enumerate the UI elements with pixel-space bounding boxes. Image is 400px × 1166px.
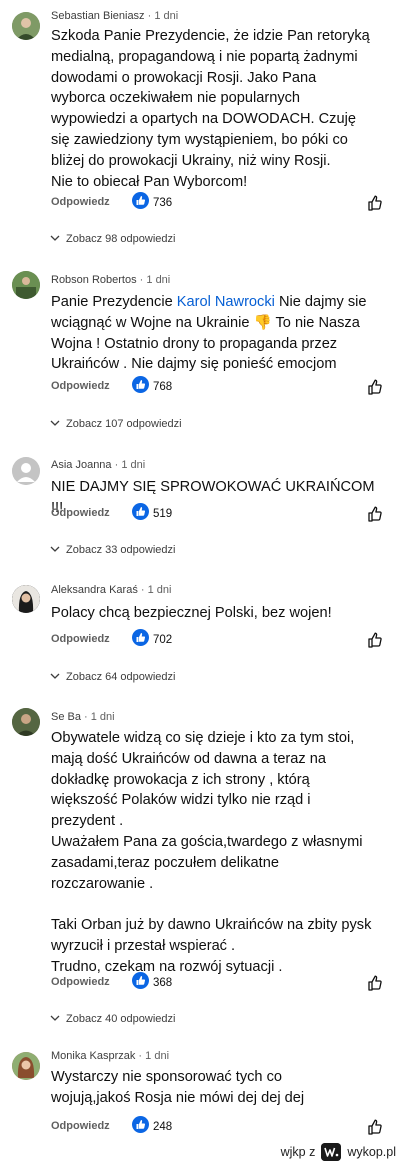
thumbs-up-icon: [132, 1116, 149, 1138]
thumbs-down-icon[interactable]: [366, 974, 384, 992]
comment-time: 1 dni: [121, 459, 146, 471]
comment: Aleksandra Karaś · 1 dni Polacy chcą bez…: [0, 576, 400, 686]
replies-label: Zobacz 98 odpowiedzi: [66, 233, 176, 245]
avatar[interactable]: [12, 1052, 40, 1080]
comment-text-start: Panie Prezydencie: [51, 294, 177, 310]
comment-meta: Robson Robertos · 1 dni: [51, 274, 171, 286]
watermark-label: wjkp z: [280, 1145, 316, 1159]
like-button[interactable]: 768: [132, 376, 173, 398]
comment: Robson Robertos · 1 dni Panie Prezydenci…: [0, 265, 400, 445]
comment-time: 1 dni: [145, 1050, 170, 1062]
watermark-brand: wykop.pl: [347, 1145, 396, 1159]
thumbs-down-icon[interactable]: [366, 1118, 384, 1136]
avatar[interactable]: [12, 457, 40, 485]
like-button[interactable]: 248: [132, 1116, 173, 1138]
comment-meta: Monika Kasprzak · 1 dni: [51, 1050, 170, 1062]
like-button[interactable]: 368: [132, 972, 173, 994]
chevron-down-icon: [50, 671, 60, 683]
comment: Sebastian Bieniasz · 1 dni Szkoda Panie …: [0, 0, 400, 255]
like-count: 248: [153, 1121, 173, 1133]
comment-author[interactable]: Monika Kasprzak: [51, 1050, 135, 1062]
comment-time: 1 dni: [146, 274, 171, 286]
reply-button[interactable]: Odpowiedz: [51, 196, 110, 208]
like-count: 702: [153, 634, 173, 646]
comment-text: Panie Prezydencie Karol Nawrocki Nie daj…: [51, 292, 387, 375]
avatar[interactable]: [12, 585, 40, 613]
thumbs-up-icon: [132, 629, 149, 651]
avatar[interactable]: [12, 708, 40, 736]
chevron-down-icon: [50, 418, 60, 430]
comment-text: Polacy chcą bezpiecznej Polski, bez woje…: [51, 605, 332, 621]
chevron-down-icon: [50, 233, 60, 245]
thumbs-down-icon[interactable]: [366, 194, 384, 212]
comment-author[interactable]: Asia Joanna: [51, 459, 112, 471]
comment-meta: Aleksandra Karaś · 1 dni: [51, 584, 172, 596]
comment-author[interactable]: Sebastian Bieniasz: [51, 10, 145, 22]
watermark: wjkp z wykop.pl: [281, 1140, 396, 1164]
mention-link[interactable]: Karol Nawrocki: [177, 294, 275, 310]
chevron-down-icon: [50, 1013, 60, 1025]
view-replies-button[interactable]: Zobacz 64 odpowiedzi: [50, 671, 175, 683]
reply-button[interactable]: Odpowiedz: [51, 507, 110, 519]
comment-meta: Sebastian Bieniasz · 1 dni: [51, 10, 179, 22]
reply-button[interactable]: Odpowiedz: [51, 1120, 110, 1132]
like-button[interactable]: 519: [132, 503, 173, 525]
replies-label: Zobacz 40 odpowiedzi: [66, 1013, 176, 1025]
like-button[interactable]: 702: [132, 629, 173, 651]
thumbs-up-icon: [132, 503, 149, 525]
thumbs-down-icon[interactable]: [366, 378, 384, 396]
like-count: 736: [153, 197, 173, 209]
avatar[interactable]: [12, 271, 40, 299]
thumbs-down-icon[interactable]: [366, 631, 384, 649]
comment-author[interactable]: Se Ba: [51, 711, 81, 723]
like-count: 368: [153, 977, 173, 989]
comment: Se Ba · 1 dni Obywatele widzą co się dzi…: [0, 702, 400, 1032]
comment-author[interactable]: Aleksandra Karaś: [51, 584, 138, 596]
comment-author[interactable]: Robson Robertos: [51, 274, 137, 286]
wykop-logo-icon: [321, 1143, 342, 1161]
reply-button[interactable]: Odpowiedz: [51, 633, 110, 645]
like-button[interactable]: 736: [132, 192, 173, 214]
like-count: 768: [153, 381, 173, 393]
replies-label: Zobacz 33 odpowiedzi: [66, 544, 176, 556]
thumbs-up-icon: [132, 972, 149, 994]
comment-time: 1 dni: [90, 711, 115, 723]
comment-time: 1 dni: [154, 10, 179, 22]
comment: Monika Kasprzak · 1 dni Wystarczy nie sp…: [0, 1044, 400, 1144]
thumbs-up-icon: [132, 376, 149, 398]
comment: Asia Joanna · 1 dni NIE DAJMY SIĘ SPROWO…: [0, 450, 400, 560]
comment-time: 1 dni: [147, 584, 172, 596]
view-replies-button[interactable]: Zobacz 98 odpowiedzi: [50, 233, 175, 245]
comment-text: Obywatele widzą co się dzieje i kto za t…: [51, 730, 372, 975]
replies-label: Zobacz 107 odpowiedzi: [66, 418, 182, 430]
view-replies-button[interactable]: Zobacz 107 odpowiedzi: [50, 418, 182, 430]
avatar[interactable]: [12, 12, 40, 40]
thumbs-up-icon: [132, 192, 149, 214]
like-count: 519: [153, 508, 173, 520]
reply-button[interactable]: Odpowiedz: [51, 976, 110, 988]
comment-text: Wystarczy nie sponsorować tych co wojują…: [51, 1069, 305, 1106]
thumbs-down-icon[interactable]: [366, 505, 384, 523]
comment-meta: Se Ba · 1 dni: [51, 711, 115, 723]
reply-button[interactable]: Odpowiedz: [51, 380, 110, 392]
view-replies-button[interactable]: Zobacz 40 odpowiedzi: [50, 1013, 175, 1025]
replies-label: Zobacz 64 odpowiedzi: [66, 671, 176, 683]
comment-text: Szkoda Panie Prezydencie, że idzie Pan r…: [51, 28, 370, 190]
view-replies-button[interactable]: Zobacz 33 odpowiedzi: [50, 544, 175, 556]
chevron-down-icon: [50, 544, 60, 556]
comment-meta: Asia Joanna · 1 dni: [51, 459, 146, 471]
